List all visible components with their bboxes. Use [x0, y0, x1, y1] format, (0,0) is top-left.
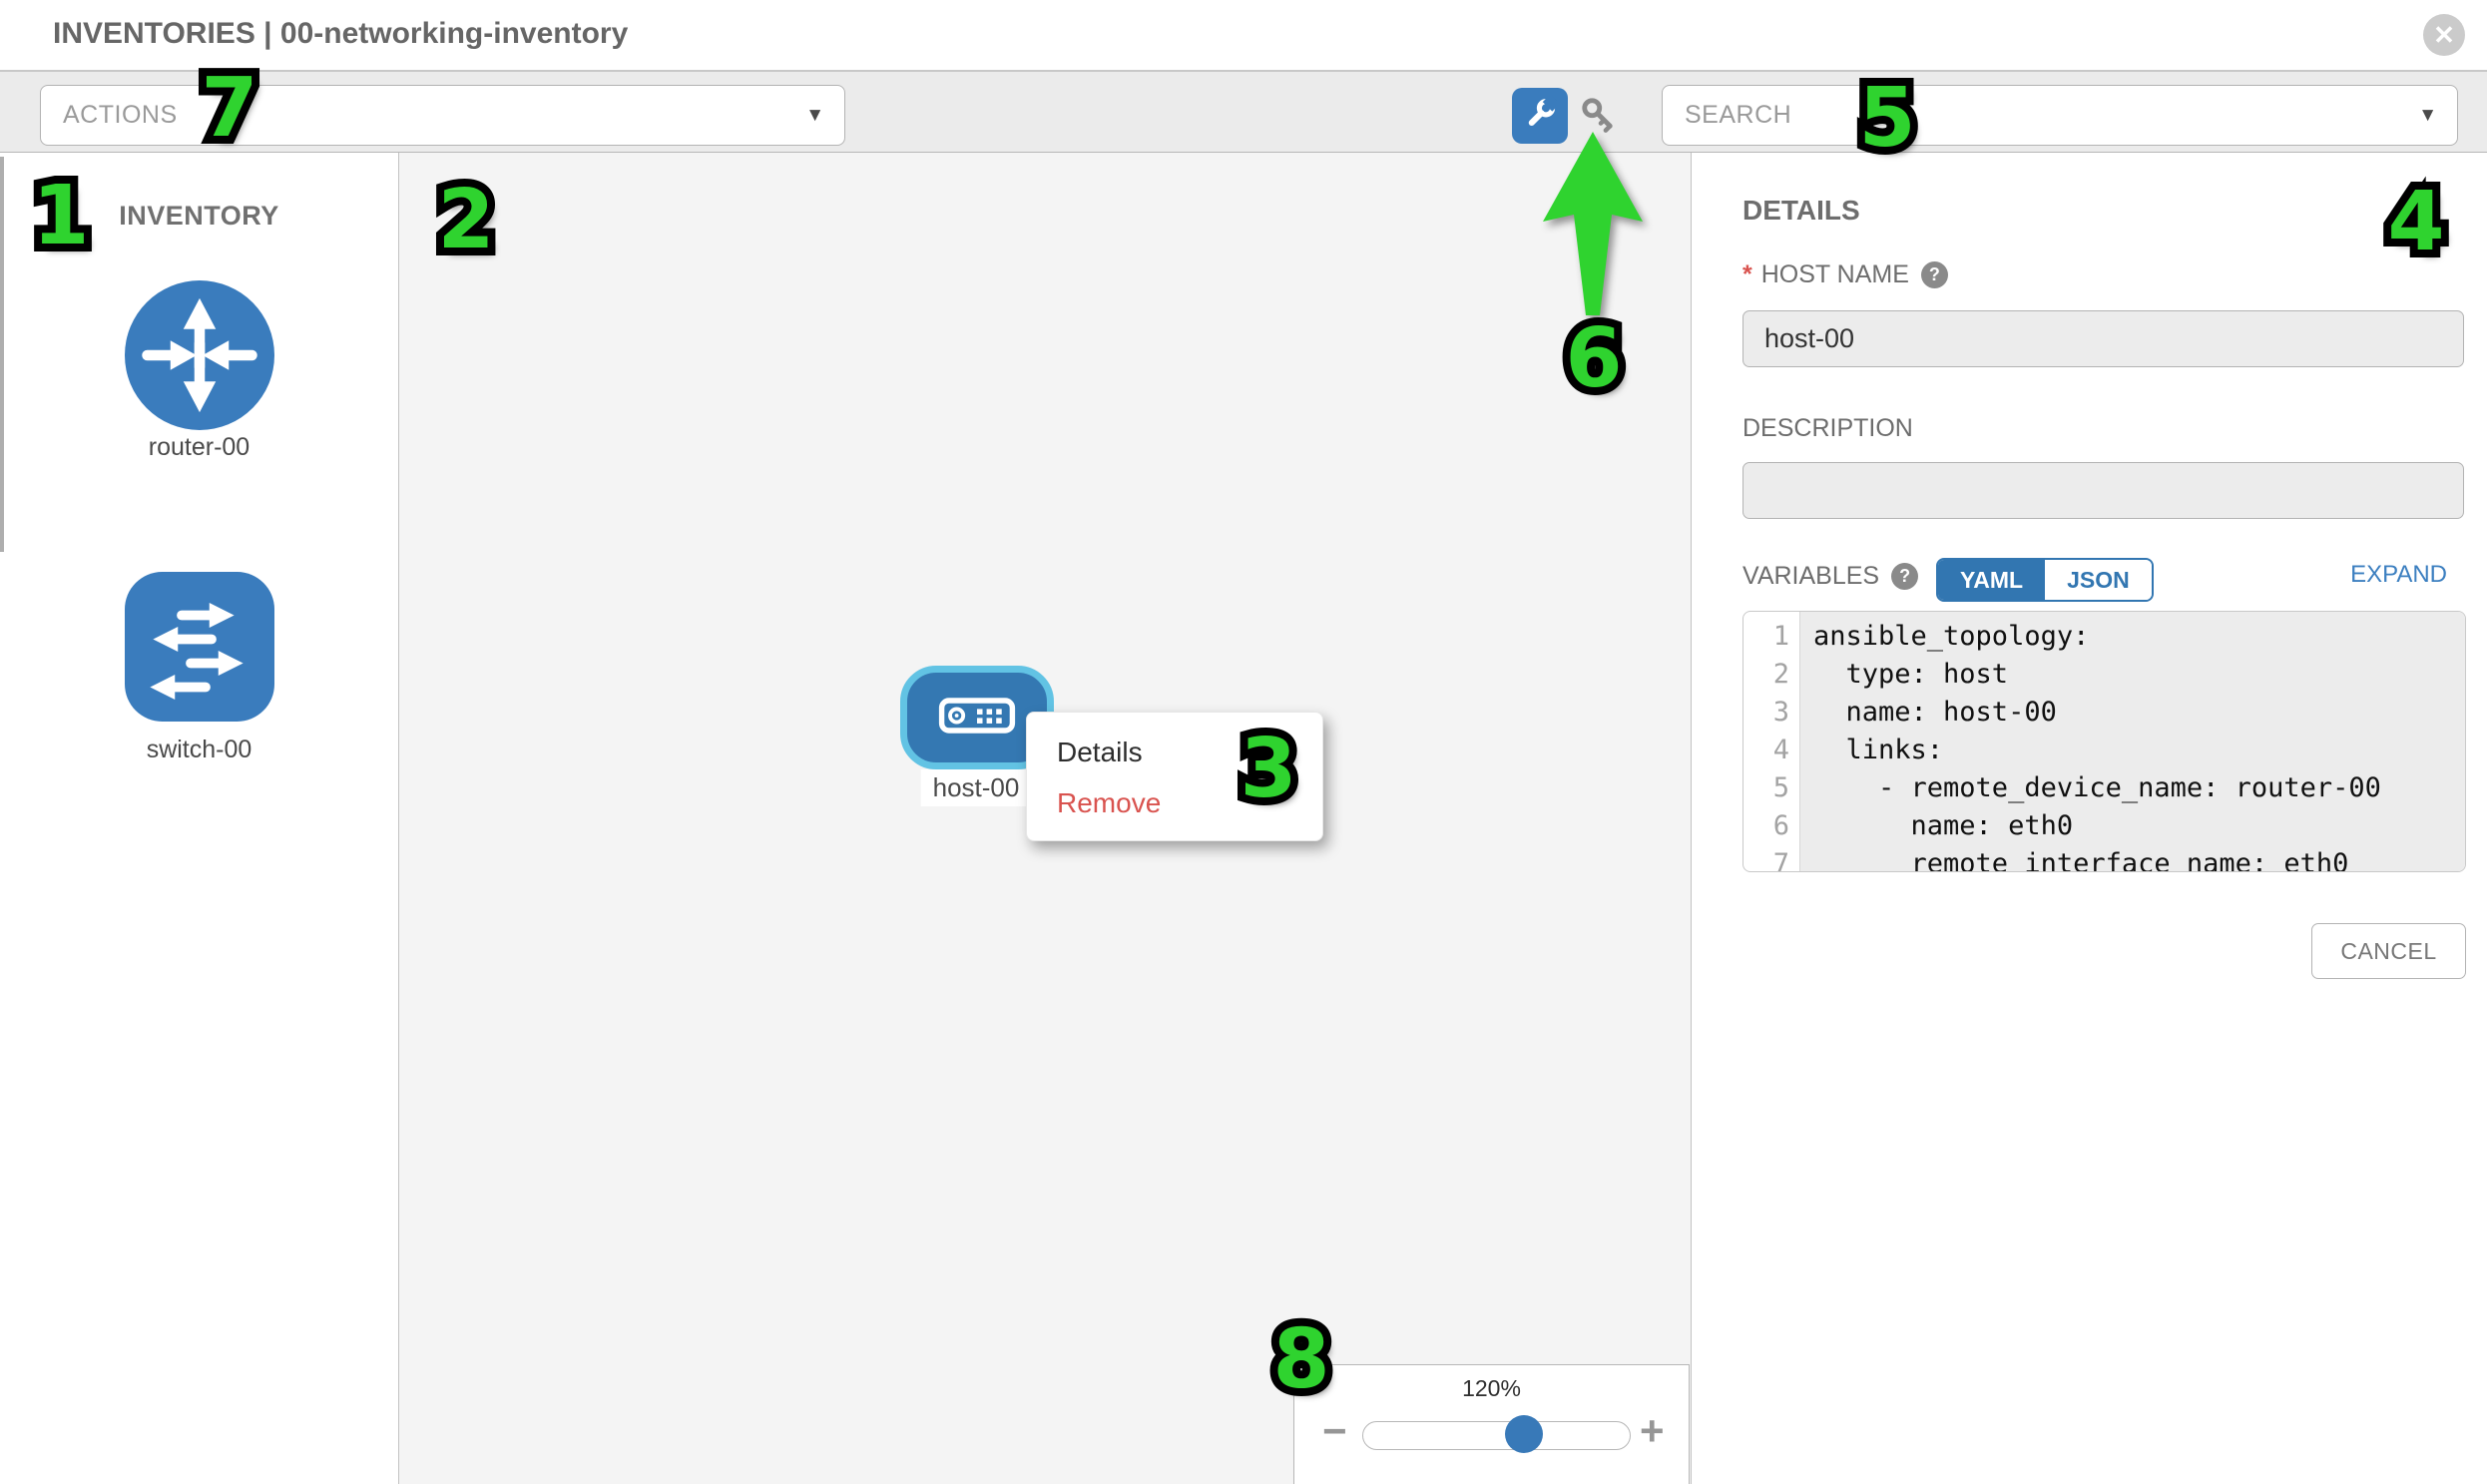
code-line: 1 ansible_topology:	[1743, 618, 2465, 656]
variables-label: VARIABLES	[1742, 562, 1879, 591]
networking-inventory-app: INVENTORIES | 00-networking-inventory ✕ …	[0, 0, 2487, 1484]
code-lines: 1 ansible_topology: 2 type: host 3 name:…	[1743, 618, 2465, 872]
zoom-slider[interactable]	[1362, 1421, 1631, 1450]
main-area: INVENTORY	[0, 153, 2487, 1484]
topology-canvas[interactable]: host-00 Details Remove 120% − +	[399, 153, 1692, 1484]
code-line: 6 name: eth0	[1743, 807, 2465, 845]
variables-code-editor[interactable]: 1 ansible_topology: 2 type: host 3 name:…	[1742, 611, 2466, 872]
router-icon	[125, 417, 274, 434]
description-input[interactable]	[1742, 462, 2464, 519]
search-dropdown-label: SEARCH	[1685, 101, 1791, 130]
zoom-out-button[interactable]: −	[1322, 1407, 1347, 1455]
app-header: INVENTORIES | 00-networking-inventory ✕	[0, 0, 2487, 72]
annotation-arrow-up	[1537, 130, 1649, 321]
zoom-level-value: 120%	[1294, 1375, 1689, 1402]
cancel-button[interactable]: CANCEL	[2311, 923, 2466, 979]
help-icon[interactable]: ?	[1891, 563, 1918, 590]
host-node-label: host-00	[921, 769, 1032, 806]
zoom-control: 120% − +	[1293, 1364, 1690, 1484]
code-line: 7 remote_interface_name: eth0	[1743, 845, 2465, 872]
actions-dropdown-label: ACTIONS	[63, 101, 178, 130]
search-dropdown[interactable]: SEARCH ▼	[1662, 85, 2458, 146]
tab-json[interactable]: JSON	[2045, 560, 2152, 600]
format-toggle: YAML JSON	[1936, 558, 2154, 602]
zoom-slider-handle[interactable]	[1505, 1415, 1543, 1453]
zoom-in-button[interactable]: +	[1640, 1407, 1665, 1455]
required-asterisk: *	[1742, 260, 1752, 289]
inventory-palette: INVENTORY	[0, 153, 399, 1484]
chevron-down-icon: ▼	[2418, 86, 2437, 145]
host-name-label: HOST NAME	[1761, 260, 1909, 289]
code-line: 3 name: host-00	[1743, 694, 2465, 732]
code-line: 5 - remote_device_name: router-00	[1743, 769, 2465, 807]
host-name-input[interactable]	[1742, 310, 2464, 367]
toolbar: ACTIONS ▼ SEAR	[0, 72, 2487, 153]
page-title: INVENTORIES | 00-networking-inventory	[53, 0, 628, 68]
tab-yaml[interactable]: YAML	[1938, 560, 2045, 600]
close-icon[interactable]: ✕	[2423, 14, 2465, 56]
host-icon	[938, 698, 1016, 739]
host-name-label-row: * HOST NAME ?	[1742, 260, 1948, 289]
palette-item-router-label: router-00	[0, 433, 398, 462]
palette-item-router[interactable]	[125, 280, 274, 430]
code-line: 2 type: host	[1743, 656, 2465, 694]
description-label: DESCRIPTION	[1742, 414, 1913, 443]
switch-icon	[125, 709, 274, 726]
actions-dropdown[interactable]: ACTIONS ▼	[40, 85, 845, 146]
chevron-down-icon: ▼	[805, 86, 824, 145]
details-title: DETAILS	[1742, 195, 1860, 227]
palette-item-switch-label: switch-00	[0, 736, 398, 764]
details-panel: DETAILS * HOST NAME ? DESCRIPTION VARIAB…	[1692, 153, 2487, 1484]
palette-item-switch[interactable]	[125, 572, 274, 722]
expand-link[interactable]: EXPAND	[2350, 561, 2447, 589]
code-line: 4 links:	[1743, 732, 2465, 769]
variables-label-row: VARIABLES ?	[1742, 562, 1918, 591]
help-icon[interactable]: ?	[1921, 261, 1948, 288]
